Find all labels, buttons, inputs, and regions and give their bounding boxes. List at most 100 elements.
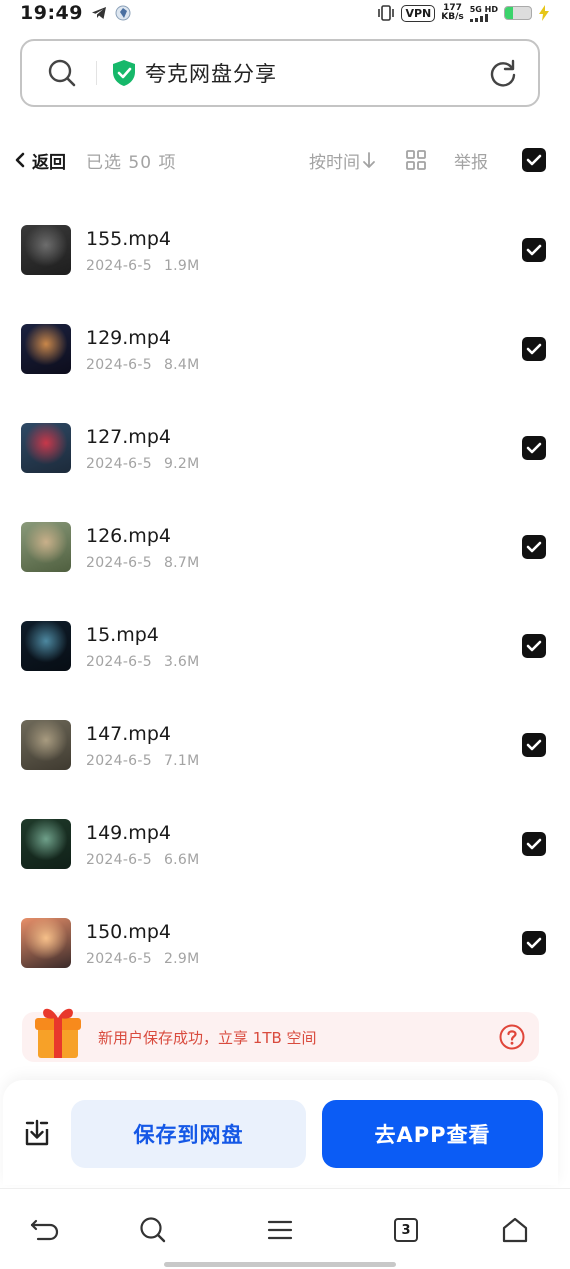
status-time: 19:49 [20,2,83,24]
checkbox-checked-icon [526,838,542,849]
home-icon[interactable] [500,1215,530,1245]
refresh-icon[interactable] [488,58,518,88]
file-checkbox[interactable] [522,930,546,955]
file-checkbox[interactable] [522,237,546,262]
tab-count: 3 [394,1218,418,1242]
help-icon[interactable] [499,1024,525,1050]
file-name: 150.mp4 [86,920,171,943]
back-arrow-icon[interactable] [30,1215,60,1245]
file-meta: 2024-6-5 9.2M [86,456,522,472]
file-meta: 2024-6-5 2.9M [86,951,522,967]
arrow-down-icon [363,152,375,168]
file-list-item[interactable]: 147.mp4 2024-6-5 7.1M [0,695,570,794]
file-date: 2024-6-5 [86,950,152,967]
file-info: 15.mp4 2024-6-5 3.6M [86,622,522,670]
file-name: 15.mp4 [86,623,159,646]
charging-icon [539,5,549,21]
video-thumbnail [21,422,71,473]
file-size: 8.4M [163,356,200,373]
file-meta: 2024-6-5 1.9M [86,258,522,274]
file-size: 7.1M [163,752,200,769]
file-checkbox[interactable] [522,534,546,559]
file-list-item[interactable]: 126.mp4 2024-6-5 8.7M [0,497,570,596]
file-size: 8.7M [163,554,200,571]
file-list-item[interactable]: 129.mp4 2024-6-5 8.4M [0,299,570,398]
file-name: 147.mp4 [86,722,171,745]
video-thumbnail [21,818,71,869]
file-meta: 2024-6-5 8.7M [86,555,522,571]
file-info: 155.mp4 2024-6-5 1.9M [86,226,522,274]
file-checkbox[interactable] [522,633,546,658]
back-button[interactable]: 返回 [14,148,66,173]
telegram-icon [91,7,106,19]
file-info: 150.mp4 2024-6-5 2.9M [86,919,522,967]
file-checkbox[interactable] [522,435,546,460]
file-size: 2.9M [163,950,200,967]
video-thumbnail [21,917,71,968]
file-name: 126.mp4 [86,524,171,547]
video-thumbnail [21,224,71,275]
grid-icon[interactable] [406,150,426,170]
file-date: 2024-6-5 [86,554,152,571]
file-checkbox[interactable] [522,336,546,361]
video-thumbnail [21,323,71,374]
file-name: 149.mp4 [86,821,171,844]
checkbox-checked-icon [526,343,542,354]
file-meta: 2024-6-5 6.6M [86,852,522,868]
network-type: 5G HD [469,4,498,14]
home-indicator [164,1262,396,1267]
network-speed: 177 KB/s [441,3,464,22]
file-size: 3.6M [163,653,200,670]
file-name: 155.mp4 [86,227,171,250]
file-list-item[interactable]: 127.mp4 2024-6-5 9.2M [0,398,570,497]
file-checkbox[interactable] [522,831,546,856]
gift-icon [35,1008,81,1058]
file-date: 2024-6-5 [86,851,152,868]
menu-icon[interactable] [265,1215,295,1245]
tabs-icon[interactable]: 3 [391,1215,421,1245]
promo-banner[interactable]: 新用户保存成功，立享 1TB 空间 [22,1008,539,1062]
sort-label: 按时间 [309,152,360,173]
open-in-app-button[interactable]: 去APP查看 [322,1100,543,1168]
file-meta: 2024-6-5 3.6M [86,654,522,670]
back-label: 返回 [32,152,66,173]
vibrate-icon [378,5,395,21]
signal-indicator: 5G HD [469,4,498,22]
file-size: 6.6M [163,851,200,868]
save-to-drive-button[interactable]: 保存到网盘 [71,1100,306,1168]
file-date: 2024-6-5 [86,455,152,472]
divider [96,61,97,85]
address-text[interactable]: 夸克网盘分享 [145,58,488,88]
checkbox-checked-icon [526,541,542,552]
file-date: 2024-6-5 [86,752,152,769]
download-icon[interactable] [21,1117,53,1149]
file-date: 2024-6-5 [86,653,152,670]
file-size: 1.9M [163,257,200,274]
video-thumbnail [21,521,71,572]
file-list: 155.mp4 2024-6-5 1.9M 129.mp4 2024-6-5 8.4M 12… [0,200,570,992]
file-name: 129.mp4 [86,326,171,349]
file-info: 126.mp4 2024-6-5 8.7M [86,523,522,571]
file-list-item[interactable]: 149.mp4 2024-6-5 6.6M [0,794,570,893]
file-size: 9.2M [163,455,200,472]
action-panel: 保存到网盘 去APP查看 [3,1080,558,1185]
select-all-checkbox[interactable] [522,148,546,172]
file-name: 127.mp4 [86,425,171,448]
browser-nav-bar: 3 [0,1188,570,1269]
file-date: 2024-6-5 [86,356,152,373]
file-list-item[interactable]: 150.mp4 2024-6-5 2.9M [0,893,570,992]
signal-bars-icon [469,13,488,22]
report-button[interactable]: 举报 [454,148,488,173]
file-checkbox[interactable] [522,732,546,757]
vpn-badge: VPN [401,4,436,22]
sort-button[interactable]: 按时间 [309,148,376,173]
status-bar: 19:49 VPN 177 KB/s 5G HD [0,0,570,26]
search-icon[interactable] [138,1215,168,1245]
promo-text: 新用户保存成功，立享 1TB 空间 [98,1028,317,1047]
address-bar[interactable]: 夸克网盘分享 [20,39,540,107]
search-icon[interactable] [46,57,78,89]
file-info: 127.mp4 2024-6-5 9.2M [86,424,522,472]
file-list-item[interactable]: 155.mp4 2024-6-5 1.9M [0,200,570,299]
checkbox-checked-icon [526,244,542,255]
file-list-item[interactable]: 15.mp4 2024-6-5 3.6M [0,596,570,695]
